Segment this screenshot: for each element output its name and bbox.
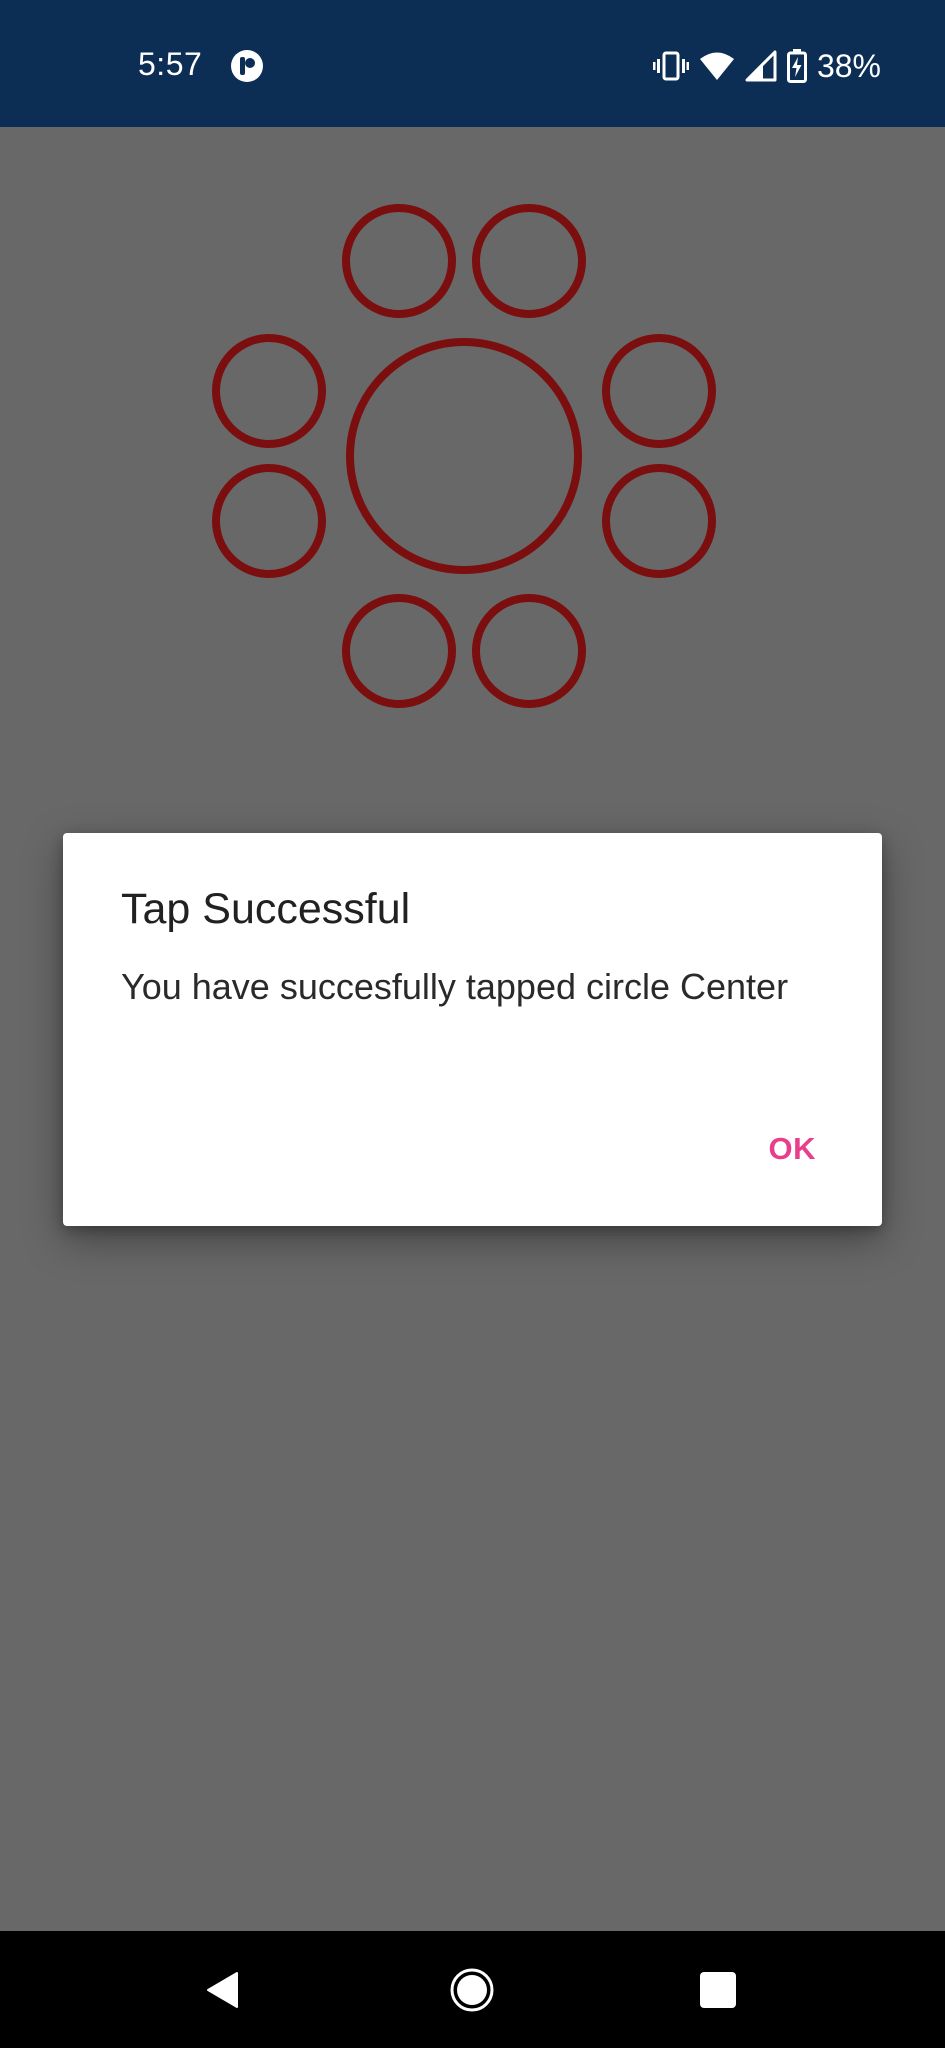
circle-top-left[interactable]	[342, 204, 456, 318]
circle-upper-right[interactable]	[602, 334, 716, 448]
status-time: 5:57	[138, 46, 203, 82]
vibrate-icon	[652, 51, 689, 81]
wifi-icon	[699, 52, 734, 80]
circle-top-right[interactable]	[472, 204, 586, 318]
battery-charging-icon	[786, 49, 807, 83]
circle-center[interactable]	[346, 338, 582, 574]
tap-success-dialog: Tap Successful You have succesfully tapp…	[63, 833, 882, 1226]
battery-percent: 38%	[816, 47, 881, 84]
circle-lower-left[interactable]	[212, 464, 326, 578]
home-icon	[450, 1968, 494, 2011]
ok-button[interactable]: OK	[757, 1121, 829, 1177]
dialog-title: Tap Successful	[121, 885, 411, 933]
recents-button[interactable]	[658, 1931, 778, 2048]
back-button[interactable]	[163, 1931, 283, 2048]
circle-lower-right[interactable]	[602, 464, 716, 578]
status-icons: 38%	[652, 46, 881, 86]
circle-bottom-right[interactable]	[472, 594, 586, 708]
dialog-message: You have succesfully tapped circle Cente…	[121, 966, 789, 1007]
home-button[interactable]	[412, 1931, 532, 2048]
navigation-bar	[0, 1931, 945, 2048]
app-notification-icon	[231, 50, 263, 82]
recents-icon	[700, 1971, 736, 2008]
circle-bottom-left[interactable]	[342, 594, 456, 708]
status-bar: 5:57 38%	[0, 0, 945, 127]
circle-upper-left[interactable]	[212, 334, 326, 448]
back-icon	[207, 1971, 238, 2008]
cellular-signal-icon	[745, 50, 777, 82]
circles-board	[212, 204, 716, 708]
